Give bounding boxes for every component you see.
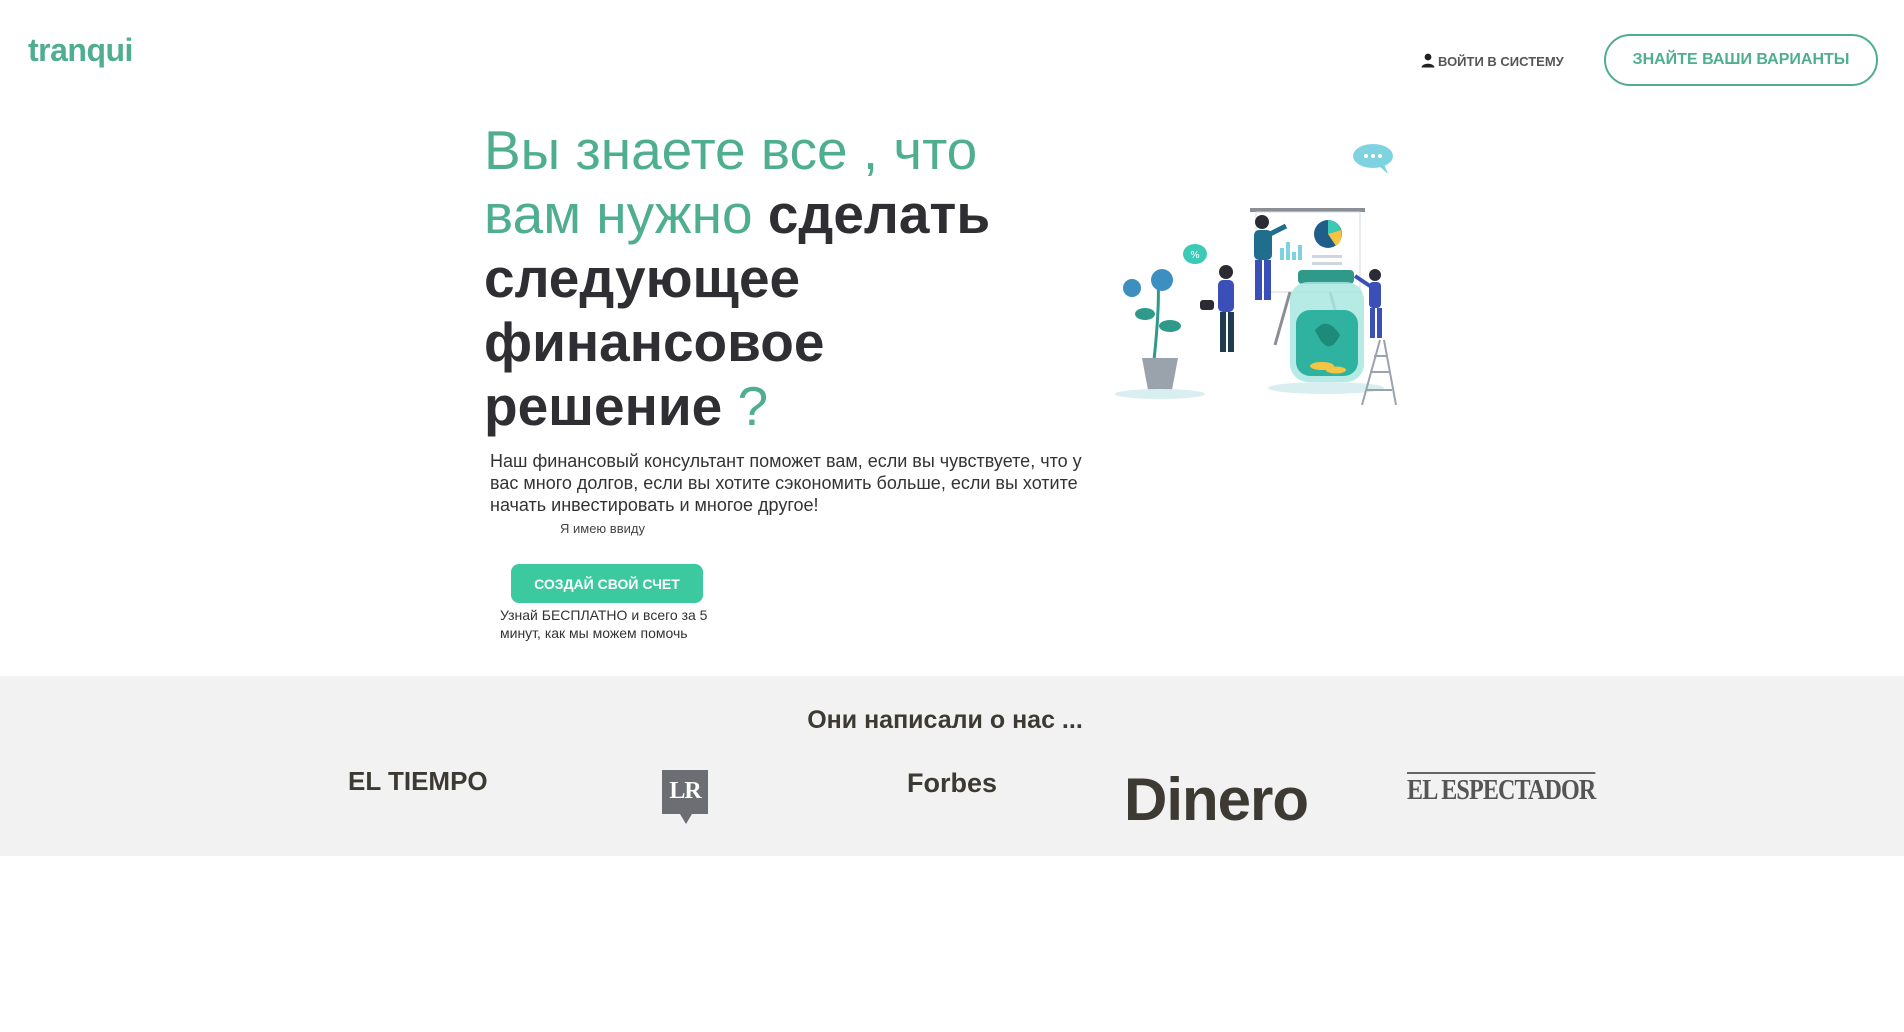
login-link[interactable]: ВОЙТИ В СИСТЕМУ	[1420, 52, 1564, 71]
forbes-logo: Forbes	[907, 768, 998, 798]
hero-title: Вы знаете все , что вам нужно сделать сл…	[484, 118, 1044, 438]
speech-bubble-icon	[1353, 144, 1393, 174]
cta-subtext: Узнай БЕСПЛАТНО и всего за 5 минут, как …	[500, 607, 708, 641]
hero-note: Я имею ввиду	[560, 521, 645, 536]
login-label: ВОЙТИ В СИСТЕМУ	[1438, 54, 1564, 69]
press-section: Они написали о нас ... EL TIEMPO LR Forb…	[0, 676, 1904, 856]
plant-pot	[1115, 269, 1205, 399]
percent-bubble-icon: %	[1183, 244, 1207, 264]
el-espectador-logo: EL ESPECTADOR	[1407, 772, 1596, 807]
site-header: tranqui ВОЙТИ В СИСТЕМУ ЗНАЙТЕ ВАШИ ВАРИ…	[0, 0, 1904, 110]
create-account-button[interactable]: СОЗДАЙ СВОЙ СЧЕТ	[511, 564, 703, 603]
user-icon	[1420, 52, 1436, 71]
svg-text:%: %	[1190, 250, 1200, 261]
know-options-button[interactable]: ЗНАЙТЕ ВАШИ ВАРИАНТЫ	[1604, 34, 1878, 86]
el-tiempo-logo: EL TIEMPO	[348, 766, 488, 796]
hero-description: Наш финансовый консультант поможет вам, …	[490, 451, 1082, 515]
brand-logo[interactable]: tranqui	[28, 32, 133, 69]
press-title: Они написали о нас ...	[807, 706, 1083, 734]
svg-text:LR: LR	[669, 778, 702, 804]
watering-person	[1200, 265, 1234, 352]
finance-team-illustration: %	[1100, 130, 1440, 440]
hero-title-question-mark: ?	[722, 375, 769, 437]
la-republica-logo: LR	[662, 770, 708, 826]
dinero-logo: Dinero	[1124, 766, 1309, 833]
